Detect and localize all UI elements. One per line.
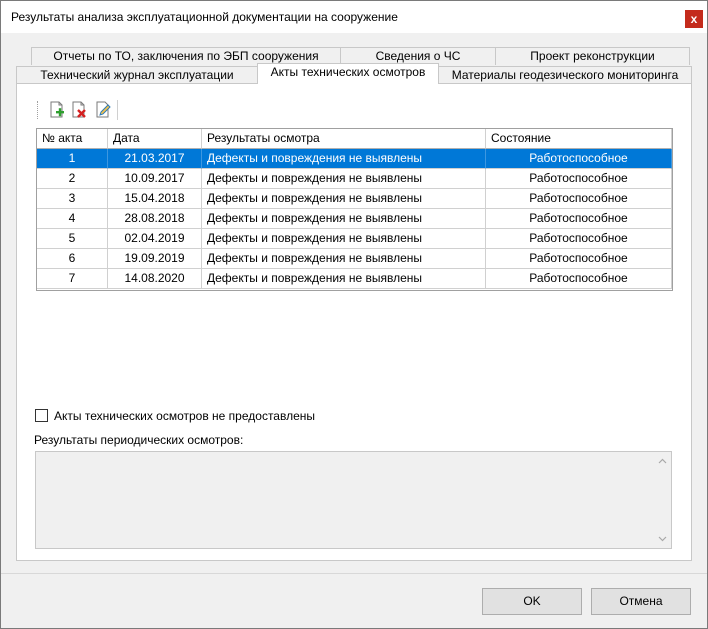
toolbar-grip	[37, 101, 40, 119]
tab-panel-inspection-acts: № акта Дата Результаты осмотра Состояние…	[16, 83, 692, 561]
add-record-icon[interactable]	[47, 100, 67, 120]
periodic-results-field[interactable]	[35, 451, 672, 549]
dialog-window: Результаты анализа эксплуатационной доку…	[0, 0, 708, 629]
column-header-results[interactable]: Результаты осмотра	[202, 129, 486, 149]
cell-results: Дефекты и повреждения не выявлены	[202, 249, 486, 269]
table-row[interactable]: 6 19.09.2019 Дефекты и повреждения не вы…	[37, 249, 672, 269]
cell-number: 4	[37, 209, 108, 229]
cell-date: 10.09.2017	[108, 169, 202, 189]
title-bar: Результаты анализа эксплуатационной доку…	[1, 1, 707, 33]
ok-button[interactable]: OK	[482, 588, 582, 615]
cell-results: Дефекты и повреждения не выявлены	[202, 169, 486, 189]
cell-state: Работоспособное	[486, 209, 672, 229]
table-row[interactable]: 5 02.04.2019 Дефекты и повреждения не вы…	[37, 229, 672, 249]
table-row[interactable]: 4 28.08.2018 Дефекты и повреждения не вы…	[37, 209, 672, 229]
cell-date: 14.08.2020	[108, 269, 202, 289]
cell-number: 3	[37, 189, 108, 209]
cell-state: Работоспособное	[486, 149, 672, 169]
edit-record-icon[interactable]	[93, 100, 113, 120]
table-row[interactable]: 2 10.09.2017 Дефекты и повреждения не вы…	[37, 169, 672, 189]
cell-number: 6	[37, 249, 108, 269]
table-row[interactable]: 3 15.04.2018 Дефекты и повреждения не вы…	[37, 189, 672, 209]
tab-tech-journal[interactable]: Технический журнал эксплуатации	[16, 66, 258, 84]
column-header-state[interactable]: Состояние	[486, 129, 672, 149]
tab-geodetic-monitoring[interactable]: Материалы геодезического мониторинга	[438, 66, 692, 84]
scroll-up-icon[interactable]	[658, 457, 667, 466]
inspection-acts-table[interactable]: № акта Дата Результаты осмотра Состояние…	[36, 128, 673, 291]
cell-results: Дефекты и повреждения не выявлены	[202, 229, 486, 249]
table-header: № акта Дата Результаты осмотра Состояние	[37, 129, 672, 149]
cell-number: 1	[37, 149, 108, 169]
cell-date: 28.08.2018	[108, 209, 202, 229]
cell-state: Работоспособное	[486, 269, 672, 289]
column-header-date[interactable]: Дата	[108, 129, 202, 149]
cell-number: 7	[37, 269, 108, 289]
cell-results: Дефекты и повреждения не выявлены	[202, 189, 486, 209]
tab-inspection-acts[interactable]: Акты технических осмотров	[257, 63, 439, 84]
cell-results: Дефекты и повреждения не выявлены	[202, 269, 486, 289]
cell-date: 21.03.2017	[108, 149, 202, 169]
table-row[interactable]: 7 14.08.2020 Дефекты и повреждения не вы…	[37, 269, 672, 289]
column-header-number[interactable]: № акта	[37, 129, 108, 149]
cancel-button[interactable]: Отмена	[591, 588, 691, 615]
toolbar-separator	[117, 100, 118, 120]
footer-divider	[1, 573, 707, 574]
cell-state: Работоспособное	[486, 169, 672, 189]
delete-record-icon[interactable]	[69, 100, 89, 120]
close-button[interactable]: x	[685, 10, 703, 28]
cell-date: 02.04.2019	[108, 229, 202, 249]
periodic-results-label: Результаты периодических осмотров:	[34, 433, 244, 447]
cell-results: Дефекты и повреждения не выявлены	[202, 149, 486, 169]
cell-date: 15.04.2018	[108, 189, 202, 209]
cell-number: 5	[37, 229, 108, 249]
not-provided-label[interactable]: Акты технических осмотров не предоставле…	[54, 409, 315, 423]
cell-results: Дефекты и повреждения не выявлены	[202, 209, 486, 229]
window-title: Результаты анализа эксплуатационной доку…	[11, 10, 398, 24]
cell-date: 19.09.2019	[108, 249, 202, 269]
cell-state: Работоспособное	[486, 229, 672, 249]
periodic-results-scrollbar[interactable]	[654, 452, 671, 548]
scroll-down-icon[interactable]	[658, 534, 667, 543]
table-row[interactable]: 1 21.03.2017 Дефекты и повреждения не вы…	[37, 149, 672, 169]
not-provided-checkbox[interactable]	[35, 409, 48, 422]
cell-number: 2	[37, 169, 108, 189]
tab-reconstruction[interactable]: Проект реконструкции	[495, 47, 690, 65]
cell-state: Работоспособное	[486, 189, 672, 209]
cell-state: Работоспособное	[486, 249, 672, 269]
